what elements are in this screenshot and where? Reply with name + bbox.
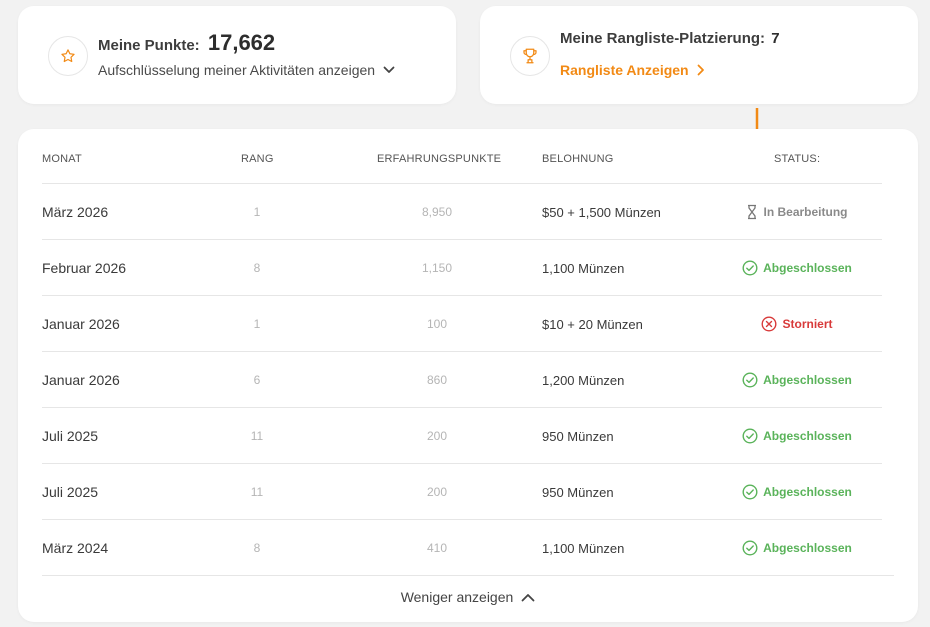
check-circle-icon bbox=[742, 484, 758, 500]
month-cell: Juli 2025 bbox=[42, 484, 99, 500]
rank-cell: 6 bbox=[253, 373, 261, 387]
ranking-title: Meine Rangliste-Platzierung: 7 bbox=[560, 30, 780, 47]
table-row: Juli 2025 11 200 950 Münzen Abgeschlossen bbox=[42, 408, 882, 464]
status-badge: Abgeschlossen bbox=[702, 520, 892, 576]
xp-cell: 200 bbox=[426, 429, 448, 443]
status-label: Abgeschlossen bbox=[763, 373, 852, 387]
table-row: März 2026 1 8,950 $50 + 1,500 Münzen In Bear… bbox=[42, 184, 882, 240]
status-label: Abgeschlossen bbox=[763, 485, 852, 499]
check-circle-icon bbox=[742, 540, 758, 556]
table-row: Januar 2026 1 100 $10 + 20 Münzen Storniert bbox=[42, 296, 882, 352]
reward-cell: 950 Münzen bbox=[542, 484, 614, 500]
header-reward: BELOHNUNG bbox=[542, 153, 614, 165]
rank-cell: 1 bbox=[253, 205, 261, 219]
view-leaderboard-link[interactable]: Rangliste Anzeigen bbox=[560, 62, 705, 78]
rank-cell: 8 bbox=[253, 261, 261, 275]
chevron-down-icon bbox=[383, 66, 395, 73]
points-title: Meine Punkte: 17,662 bbox=[98, 30, 275, 56]
points-label: Meine Punkte: bbox=[98, 37, 200, 54]
rank-cell: 11 bbox=[250, 429, 264, 443]
star-icon bbox=[48, 36, 88, 76]
reward-cell: 1,100 Münzen bbox=[542, 260, 625, 276]
status-badge: Abgeschlossen bbox=[702, 408, 892, 464]
xp-cell: 200 bbox=[426, 485, 448, 499]
status-badge: Abgeschlossen bbox=[702, 464, 892, 520]
reward-cell: $10 + 20 Münzen bbox=[542, 316, 643, 332]
rank-cell: 1 bbox=[253, 317, 261, 331]
header-rank: RANG bbox=[241, 153, 274, 165]
status-label: Abgeschlossen bbox=[763, 541, 852, 555]
month-cell: Januar 2026 bbox=[42, 316, 120, 332]
month-cell: Juli 2025 bbox=[42, 428, 99, 444]
table-row: Januar 2026 6 860 1,200 Münzen Abgeschlossen bbox=[42, 352, 882, 408]
table-row: Juli 2025 11 200 950 Münzen Abgeschlossen bbox=[42, 464, 882, 520]
show-less-button[interactable]: Weniger anzeigen bbox=[18, 589, 918, 605]
status-badge: Storniert bbox=[702, 296, 892, 352]
month-cell: März 2026 bbox=[42, 204, 109, 220]
xp-cell: 860 bbox=[426, 373, 448, 387]
hourglass-icon bbox=[748, 204, 757, 220]
table-row: Februar 2026 8 1,150 1,100 Münzen Abgeschlos… bbox=[42, 240, 882, 296]
history-table: MONAT RANG ERFAHRUNGSPUNKTE BELOHNUNG ST… bbox=[18, 129, 918, 622]
status-badge: Abgeschlossen bbox=[702, 352, 892, 408]
trophy-icon bbox=[510, 36, 550, 76]
xp-cell: 1,150 bbox=[421, 261, 453, 275]
xp-cell: 8,950 bbox=[421, 205, 453, 219]
table-row: März 2024 8 410 1,100 Münzen Abgeschlossen bbox=[42, 520, 894, 576]
check-circle-icon bbox=[742, 428, 758, 444]
reward-cell: 1,100 Münzen bbox=[542, 540, 625, 556]
points-card: Meine Punkte: 17,662 Aufschlüsselung mei… bbox=[18, 6, 456, 104]
xp-cell: 410 bbox=[426, 541, 448, 555]
points-value: 17,662 bbox=[207, 30, 276, 55]
reward-cell: 1,200 Münzen bbox=[542, 372, 625, 388]
activity-breakdown-label: Aufschlüsselung meiner Aktivitäten anzei… bbox=[98, 62, 376, 78]
month-cell: März 2024 bbox=[42, 540, 109, 556]
reward-cell: $50 + 1,500 Münzen bbox=[542, 204, 661, 220]
rank-cell: 11 bbox=[250, 485, 264, 499]
ranking-value: 7 bbox=[771, 30, 780, 47]
status-label: Abgeschlossen bbox=[763, 261, 852, 275]
chevron-up-icon bbox=[521, 593, 535, 601]
header-month: MONAT bbox=[42, 153, 82, 165]
reward-cell: 950 Münzen bbox=[542, 428, 614, 444]
chevron-right-icon bbox=[697, 64, 704, 76]
header-xp: ERFAHRUNGSPUNKTE bbox=[377, 153, 502, 165]
check-circle-icon bbox=[742, 260, 758, 276]
month-cell: Januar 2026 bbox=[42, 372, 120, 388]
status-label: Storniert bbox=[782, 317, 833, 331]
status-label: In Bearbeitung bbox=[763, 205, 848, 219]
month-cell: Februar 2026 bbox=[42, 260, 127, 276]
view-leaderboard-label: Rangliste Anzeigen bbox=[560, 62, 689, 78]
ranking-label: Meine Rangliste-Platzierung: bbox=[560, 30, 766, 47]
header-status: STATUS: bbox=[774, 153, 821, 165]
show-less-label: Weniger anzeigen bbox=[400, 589, 514, 605]
xp-cell: 100 bbox=[426, 317, 448, 331]
activity-breakdown-toggle[interactable]: Aufschlüsselung meiner Aktivitäten anzei… bbox=[98, 62, 395, 78]
ranking-card: Meine Rangliste-Platzierung: 7 Rangliste… bbox=[480, 6, 918, 104]
status-badge: In Bearbeitung bbox=[702, 184, 892, 240]
x-circle-icon bbox=[761, 316, 777, 332]
check-circle-icon bbox=[742, 372, 758, 388]
rank-cell: 8 bbox=[253, 541, 261, 555]
status-label: Abgeschlossen bbox=[763, 429, 852, 443]
table-header: MONAT RANG ERFAHRUNGSPUNKTE BELOHNUNG ST… bbox=[42, 129, 882, 184]
status-badge: Abgeschlossen bbox=[702, 240, 892, 296]
